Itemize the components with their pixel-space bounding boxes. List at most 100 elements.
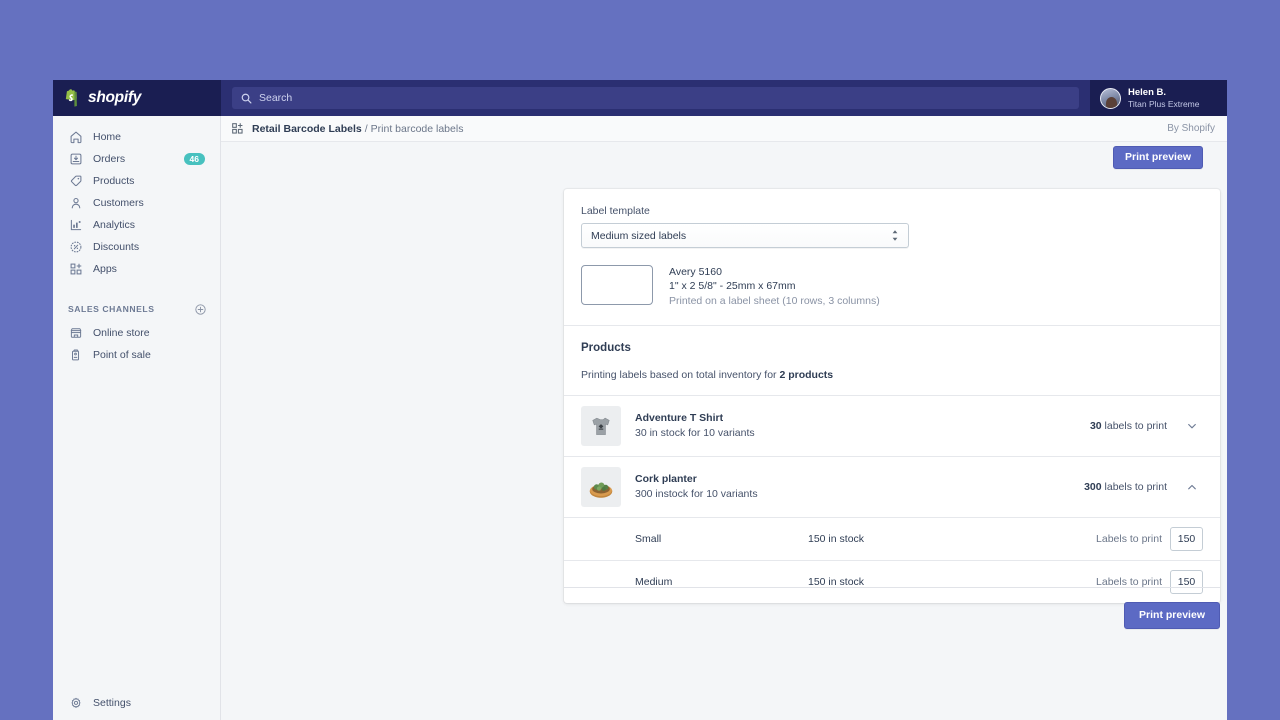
- sidebar-item-discounts[interactable]: Discounts: [57, 236, 216, 258]
- products-description-prefix: Printing labels based on total inventory…: [581, 369, 779, 381]
- template-name: Avery 5160: [669, 265, 880, 279]
- bar-chart-icon: [68, 218, 83, 233]
- settings-row: Settings: [53, 692, 220, 714]
- product-label-count: 300 labels to print: [1084, 481, 1167, 493]
- search-placeholder: Search: [259, 92, 292, 104]
- chevron-up-icon[interactable]: [1181, 481, 1203, 493]
- sidebar-item-label: Products: [93, 175, 205, 187]
- product-label-count: 30 labels to print: [1090, 420, 1167, 432]
- template-preview-row: Avery 5160 1" x 2 5/8" - 25mm x 67mm Pri…: [581, 265, 1203, 308]
- variant-field-label: Labels to print: [1096, 533, 1162, 545]
- body-row: Home Orders 46 Products Customers: [53, 116, 1227, 720]
- gear-icon: [68, 696, 83, 711]
- template-sheet-note: Printed on a label sheet (10 rows, 3 col…: [669, 294, 880, 308]
- print-preview-button-top[interactable]: Print preview: [1113, 146, 1203, 169]
- storefront-icon: [68, 326, 83, 341]
- sidebar-item-apps[interactable]: Apps: [57, 258, 216, 280]
- discount-percent-icon: [68, 240, 83, 255]
- sidebar-item-label: Customers: [93, 197, 205, 209]
- sidebar-item-label: Discounts: [93, 241, 205, 253]
- shopify-admin-window: shopify Search Helen B. Titan Plus Extre…: [53, 80, 1227, 720]
- sidebar-item-label: Settings: [93, 697, 205, 709]
- label-sheet-thumbnail: [581, 265, 653, 305]
- plus-circle-icon[interactable]: [194, 303, 207, 316]
- footer-actions: Print preview: [564, 587, 1220, 629]
- chevron-down-icon[interactable]: [1181, 420, 1203, 432]
- apps-grid-plus-icon: [231, 122, 244, 135]
- search-input[interactable]: Search: [232, 87, 1079, 109]
- product-subtitle: 300 instock for 10 variants: [635, 487, 1070, 502]
- cork-planter-photo: [581, 467, 621, 507]
- sidebar-item-orders[interactable]: Orders 46: [57, 148, 216, 170]
- variant-labels-input[interactable]: [1170, 527, 1203, 551]
- breadcrumb-separator: /: [365, 123, 368, 135]
- product-name: Adventure T Shirt: [635, 411, 1076, 426]
- shopify-bag-icon: [64, 89, 81, 108]
- label-template-section: Label template Medium sized labels Avery…: [564, 189, 1220, 325]
- breadcrumb: Retail Barcode Labels / Print barcode la…: [221, 116, 1227, 142]
- top-bar: shopify Search Helen B. Titan Plus Extre…: [53, 80, 1227, 116]
- sidebar-item-label: Orders: [93, 153, 174, 165]
- template-dimensions: 1" x 2 5/8" - 25mm x 67mm: [669, 279, 880, 293]
- product-info: Adventure T Shirt 30 in stock for 10 var…: [635, 411, 1076, 441]
- breadcrumb-by-shopify: By Shopify: [1167, 123, 1215, 134]
- product-subtitle: 30 in stock for 10 variants: [635, 426, 1076, 441]
- user-name: Helen B.: [1128, 87, 1200, 99]
- person-icon: [68, 196, 83, 211]
- sidebar-item-online-store[interactable]: Online store: [57, 322, 216, 344]
- pos-device-icon: [68, 348, 83, 363]
- product-row-cork-planter[interactable]: Cork planter 300 instock for 10 variants…: [564, 456, 1220, 517]
- shopify-wordmark: shopify: [88, 89, 141, 107]
- sidebar-item-label: Analytics: [93, 219, 205, 231]
- sales-channels-title: SALES CHANNELS: [68, 304, 154, 314]
- products-description: Printing labels based on total inventory…: [581, 369, 1203, 381]
- product-label-count-suffix: labels to print: [1102, 420, 1167, 432]
- sidebar-item-settings[interactable]: Settings: [57, 692, 216, 714]
- orders-inbox-icon: [68, 152, 83, 167]
- sidebar-item-point-of-sale[interactable]: Point of sale: [57, 344, 216, 366]
- print-preview-button-bottom[interactable]: Print preview: [1124, 602, 1220, 629]
- product-label-count-value: 300: [1084, 481, 1102, 493]
- orders-badge: 46: [184, 153, 205, 166]
- products-section-header: Products Printing labels based on total …: [564, 326, 1220, 395]
- sidebar-item-customers[interactable]: Customers: [57, 192, 216, 214]
- search-icon: [241, 93, 252, 104]
- select-stepper-icon: [891, 229, 899, 242]
- scroll-area[interactable]: Label template Medium sized labels Avery…: [221, 173, 1227, 720]
- sidebar: Home Orders 46 Products Customers: [53, 116, 221, 720]
- sidebar-item-label: Online store: [93, 327, 205, 339]
- search-zone: Search: [221, 80, 1090, 116]
- variant-stock: 150 in stock: [808, 533, 1096, 545]
- avatar: [1100, 88, 1121, 109]
- product-label-count-value: 30: [1090, 420, 1102, 432]
- user-menu[interactable]: Helen B. Titan Plus Extreme: [1090, 80, 1227, 116]
- apps-grid-plus-icon: [68, 262, 83, 277]
- home-icon: [68, 130, 83, 145]
- sidebar-item-products[interactable]: Products: [57, 170, 216, 192]
- products-count: 2 products: [779, 369, 833, 381]
- products-title: Products: [581, 342, 1203, 354]
- action-bar: Print preview: [221, 142, 1227, 173]
- product-row-adventure-t-shirt[interactable]: Adventure T Shirt 30 in stock for 10 var…: [564, 395, 1220, 456]
- sidebar-item-analytics[interactable]: Analytics: [57, 214, 216, 236]
- print-labels-card: Label template Medium sized labels Avery…: [564, 189, 1220, 603]
- shopify-logo[interactable]: shopify: [53, 80, 221, 116]
- tag-icon: [68, 174, 83, 189]
- breadcrumb-page: Print barcode labels: [371, 123, 464, 135]
- label-template-label: Label template: [581, 205, 1203, 217]
- product-label-count-suffix: labels to print: [1102, 481, 1167, 493]
- sidebar-item-home[interactable]: Home: [57, 126, 216, 148]
- variant-name: Small: [635, 533, 808, 545]
- tshirt-photo: [581, 406, 621, 446]
- product-name: Cork planter: [635, 472, 1070, 487]
- sidebar-item-label: Point of sale: [93, 349, 205, 361]
- product-info: Cork planter 300 instock for 10 variants: [635, 472, 1070, 502]
- breadcrumb-app[interactable]: Retail Barcode Labels: [252, 123, 362, 135]
- label-template-select[interactable]: Medium sized labels: [581, 223, 909, 248]
- sidebar-item-label: Home: [93, 131, 205, 143]
- label-template-value: Medium sized labels: [591, 230, 891, 242]
- variant-row-small: Small 150 in stock Labels to print: [564, 517, 1220, 560]
- template-details: Avery 5160 1" x 2 5/8" - 25mm x 67mm Pri…: [669, 265, 880, 308]
- sales-channels-header: SALES CHANNELS: [53, 301, 220, 317]
- sidebar-item-label: Apps: [93, 263, 205, 275]
